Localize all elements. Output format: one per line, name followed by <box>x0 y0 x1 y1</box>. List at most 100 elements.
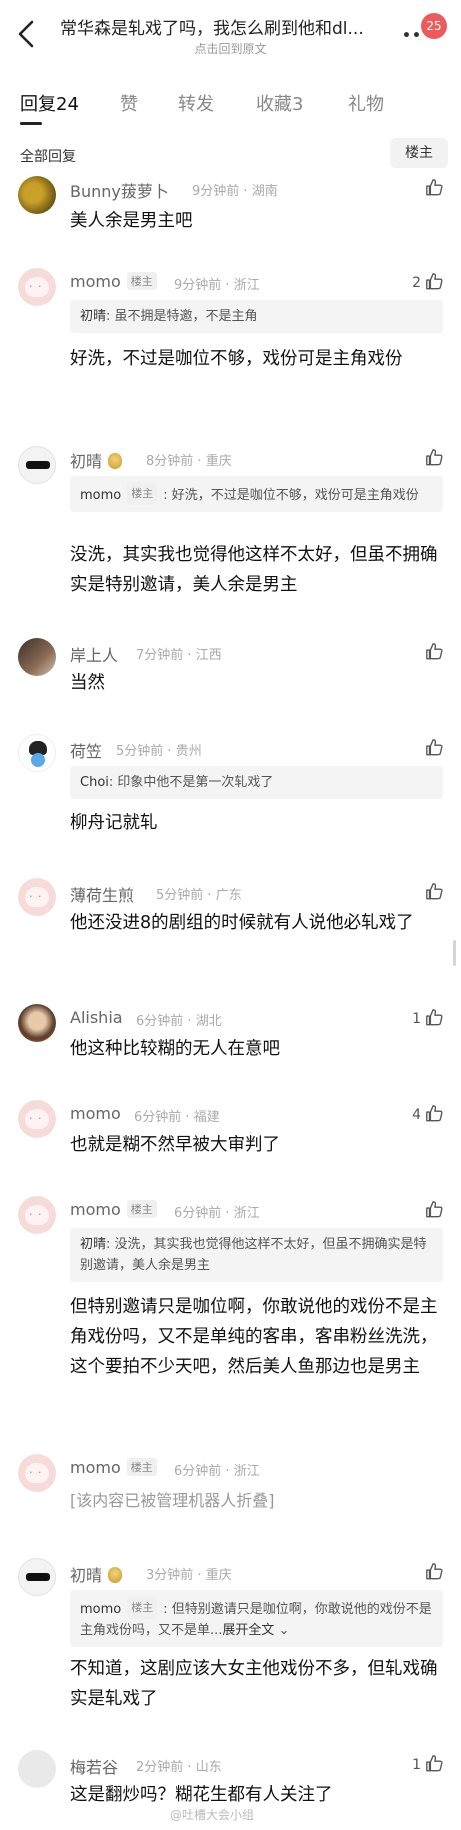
comment-meta: 9分钟前 · 浙江 <box>174 278 260 293</box>
comment-meta: 6分钟前 · 湖北 <box>136 1014 222 1029</box>
host-badge: 楼主 <box>126 1458 157 1476</box>
thumb-up-icon <box>426 643 443 660</box>
thumb-up-icon <box>426 1009 443 1026</box>
host-badge: 楼主 <box>126 1200 157 1218</box>
quoted-reply[interactable]: 初晴: 虽不拥是特邀，不是主角 <box>70 300 443 333</box>
comment-meta: 9分钟前 · 湖南 <box>192 184 278 199</box>
username[interactable]: 荷笠 <box>70 738 102 762</box>
comment-meta: 6分钟前 · 浙江 <box>174 1464 260 1479</box>
more-dots-icon[interactable]: •• <box>402 28 422 44</box>
comment-meta: 5分钟前 · 贵州 <box>116 744 202 759</box>
comment-text: 不知道，这剧应该大女主他戏份不多，但轧戏确实是轧戏了 <box>70 1659 438 1709</box>
avatar[interactable] <box>18 1004 56 1042</box>
username[interactable]: 岸上人 <box>70 642 118 666</box>
like-count: 4 <box>412 1107 421 1123</box>
comment-text: 没洗，其实我也觉得他这样不太好，但虽不拥确实是特别邀请，美人余是男主 <box>70 545 438 595</box>
tab-count: 3 <box>292 94 304 115</box>
avatar[interactable] <box>18 734 56 772</box>
tab-gifts[interactable]: 礼物 <box>348 90 384 116</box>
thumb-up-icon <box>426 273 443 290</box>
like-button[interactable] <box>421 1562 443 1581</box>
avatar[interactable] <box>18 1196 56 1234</box>
filter-host-button[interactable]: 楼主 <box>390 138 448 168</box>
like-button[interactable]: 1 <box>412 1008 443 1027</box>
avatar[interactable] <box>18 1750 56 1788</box>
username[interactable]: momo <box>70 1104 121 1123</box>
like-button[interactable]: 1 <box>412 1754 443 1773</box>
comment-text: 当然 <box>70 673 105 693</box>
avatar[interactable] <box>18 1100 56 1138</box>
folded-notice: [该内容已被管理机器人折叠] <box>70 1491 275 1510</box>
scrollbar[interactable] <box>453 940 456 966</box>
thumb-up-icon <box>426 179 443 196</box>
comment-text: 柳舟记就轧 <box>70 813 158 833</box>
username[interactable]: momo 楼主 <box>70 1200 163 1219</box>
avatar[interactable] <box>18 638 56 676</box>
tab-count: 24 <box>56 94 79 115</box>
thumb-up-icon <box>426 449 443 466</box>
avatar[interactable] <box>18 446 56 484</box>
username[interactable]: momo 楼主 <box>70 1458 163 1477</box>
comment-text: 美人余是男主吧 <box>70 211 193 231</box>
thumb-up-icon <box>426 1755 443 1772</box>
tab-replies[interactable]: 回复24 <box>20 90 79 116</box>
like-count: 2 <box>412 275 421 291</box>
comment-meta: 5分钟前 · 广东 <box>156 888 242 903</box>
username[interactable]: Bunny菝萝卜 <box>70 178 169 202</box>
thumb-up-icon <box>426 1201 443 1218</box>
comment-text: 但特别邀请只是咖位啊，你敢说他的戏份不是主角戏份吗，又不是单纯的客串，客串粉丝洗… <box>70 1297 438 1377</box>
thumb-up-icon <box>426 1563 443 1580</box>
comment-meta: 6分钟前 · 浙江 <box>174 1206 260 1221</box>
like-button[interactable] <box>421 642 443 661</box>
username[interactable]: Alishia <box>70 1008 123 1027</box>
medal-icon <box>108 1567 123 1583</box>
medal-icon <box>108 453 123 469</box>
username[interactable]: 梅若谷 <box>70 1754 118 1778</box>
thumb-up-icon <box>426 739 443 756</box>
back-to-original-link[interactable]: 点击回到原文 <box>0 40 461 57</box>
text-fade-mask <box>160 810 250 838</box>
comment-text: 他还没进8的剧组的时候就有人说他必轧戏了 <box>70 913 414 933</box>
tab-reposts[interactable]: 转发 <box>178 90 214 116</box>
quoted-reply[interactable]: momo 楼主: 好洗，不过是咖位不够，戏份可是主角戏份 <box>70 476 443 512</box>
tab-favorites[interactable]: 收藏3 <box>256 90 303 116</box>
username[interactable]: 初晴 <box>70 1562 128 1586</box>
like-button[interactable] <box>421 1200 443 1219</box>
comment-text: 他这种比较糊的无人在意吧 <box>70 1039 280 1059</box>
like-button[interactable]: 2 <box>412 272 443 291</box>
chevron-down-icon: ⌄ <box>274 1623 290 1638</box>
comment-text: 好洗，不过是咖位不够，戏份可是主角戏份 <box>70 349 403 369</box>
comment-meta: 3分钟前 · 重庆 <box>146 1568 232 1583</box>
quoted-reply[interactable]: 初晴: 没洗，其实我也觉得他这样不太好，但虽不拥确实是特别邀请，美人余是男主 <box>70 1228 443 1282</box>
username[interactable]: momo 楼主 <box>70 272 163 291</box>
username[interactable]: 薄荷生煎 <box>70 882 134 906</box>
post-title[interactable]: 常华森是轧戏了吗，我怎么刷到他和dl... <box>60 14 400 39</box>
avatar[interactable] <box>18 1454 56 1492</box>
avatar[interactable] <box>18 878 56 916</box>
expand-full-text-link[interactable]: 展开全文 <box>222 1623 274 1638</box>
like-button[interactable] <box>421 448 443 467</box>
comment-text: 也就是糊不然早被大审判了 <box>70 1135 280 1155</box>
comment-meta: 7分钟前 · 江西 <box>136 648 222 663</box>
quoted-reply[interactable]: momo 楼主: 但特别邀请只是咖位啊，你敢说他的戏份不是主角戏份吗，又不是单..… <box>70 1590 443 1647</box>
tab-likes[interactable]: 赞 <box>120 90 138 116</box>
watermark: @吐槽大会小组 <box>170 1808 255 1822</box>
quoted-reply[interactable]: Choi: 印象中他不是第一次轧戏了 <box>70 766 443 799</box>
avatar[interactable] <box>18 1558 56 1596</box>
thumb-up-icon <box>426 1105 443 1122</box>
tab-label: 收藏 <box>256 94 292 115</box>
like-count: 1 <box>412 1011 421 1027</box>
avatar[interactable] <box>18 176 56 214</box>
like-button[interactable]: 4 <box>412 1104 443 1123</box>
avatar[interactable] <box>18 268 56 306</box>
like-button[interactable] <box>421 738 443 757</box>
like-button[interactable] <box>421 178 443 197</box>
host-badge: 楼主 <box>127 1596 158 1619</box>
section-title: 全部回复 <box>20 149 76 165</box>
comment-meta: 8分钟前 · 重庆 <box>146 454 232 469</box>
tab-label: 回复 <box>20 94 56 115</box>
notification-badge[interactable]: 25 <box>421 13 447 39</box>
username[interactable]: 初晴 <box>70 448 128 472</box>
host-badge: 楼主 <box>127 482 158 505</box>
like-button[interactable] <box>421 882 443 901</box>
